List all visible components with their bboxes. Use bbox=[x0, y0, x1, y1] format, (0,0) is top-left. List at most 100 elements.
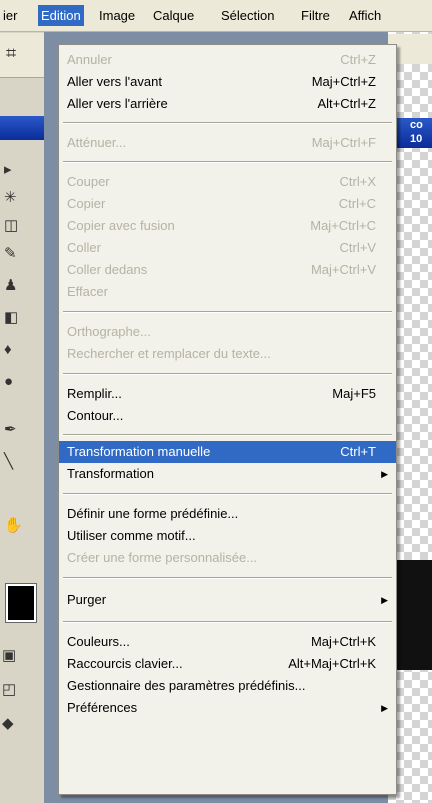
menu-item-label: Couleurs... bbox=[67, 634, 130, 649]
menu-item-shortcut: Ctrl+X bbox=[339, 174, 376, 189]
menu-separator bbox=[63, 621, 392, 623]
menu-item-shortcut: Maj+Ctrl+Z bbox=[311, 74, 376, 89]
menu-item-label: Orthographe... bbox=[67, 324, 151, 339]
pen-tool-icon[interactable]: ✒ bbox=[4, 420, 34, 440]
edition-menu: Annuler Ctrl+Z Aller vers l'avant Maj+Ct… bbox=[58, 44, 397, 795]
menu-edition[interactable]: Edition bbox=[38, 5, 84, 26]
menu-bar: ier Edition Image Calque Sélection Filtr… bbox=[0, 0, 432, 32]
marquee-tool-icon[interactable]: ◫ bbox=[4, 216, 34, 236]
menu-item-rechercher-remplacer[interactable]: Rechercher et remplacer du texte... bbox=[67, 343, 388, 365]
menu-item-label: Atténuer... bbox=[67, 135, 127, 150]
menu-image[interactable]: Image bbox=[96, 5, 138, 26]
menu-item-purger[interactable]: Purger ▶ bbox=[67, 589, 388, 611]
menu-item-label: Coller bbox=[67, 240, 101, 255]
menu-item-couper[interactable]: Couper Ctrl+X bbox=[67, 171, 388, 193]
menu-item-shortcut: Alt+Maj+Ctrl+K bbox=[288, 656, 376, 671]
menu-item-label: Purger bbox=[67, 592, 107, 607]
menu-item-preferences[interactable]: Préférences ▶ bbox=[67, 697, 388, 719]
menu-item-shortcut: Ctrl+T bbox=[340, 444, 376, 459]
menu-item-transformation-manuelle[interactable]: Transformation manuelle Ctrl+T bbox=[59, 441, 396, 463]
menu-item-label: Copier avec fusion bbox=[67, 218, 175, 233]
menu-item-coller-dedans[interactable]: Coller dedans Maj+Ctrl+V bbox=[67, 259, 388, 281]
menu-item-contour[interactable]: Contour... bbox=[67, 405, 388, 427]
menu-item-transformation[interactable]: Transformation ▶ bbox=[67, 463, 388, 485]
menu-item-label: Effacer bbox=[67, 284, 108, 299]
eraser-tool-icon[interactable]: ◧ bbox=[4, 308, 34, 328]
menu-item-label: Aller vers l'arrière bbox=[67, 96, 168, 111]
lasso-tool-icon[interactable]: ✳ bbox=[4, 188, 34, 208]
shape-tool-icon[interactable]: ╲ bbox=[4, 452, 34, 472]
menu-item-utiliser-motif[interactable]: Utiliser comme motif... bbox=[67, 525, 388, 547]
menu-item-annuler[interactable]: Annuler Ctrl+Z bbox=[67, 49, 388, 71]
menu-item-label: Utiliser comme motif... bbox=[67, 528, 196, 543]
menu-item-label: Créer une forme personnalisée... bbox=[67, 550, 258, 565]
menu-item-label: Préférences bbox=[67, 700, 138, 715]
menu-calque[interactable]: Calque bbox=[150, 5, 197, 26]
menu-item-label: Aller vers l'avant bbox=[67, 74, 162, 89]
options-bar: ⌗ bbox=[0, 33, 44, 78]
jump-to-icon[interactable]: ◆ bbox=[2, 714, 32, 734]
menu-filtre[interactable]: Filtre bbox=[298, 5, 333, 26]
menu-item-label: Transformation manuelle bbox=[67, 444, 211, 459]
menu-separator bbox=[63, 122, 392, 124]
menu-item-label: Raccourcis clavier... bbox=[67, 656, 183, 671]
menu-item-shortcut: Maj+F5 bbox=[332, 386, 376, 401]
menu-item-coller[interactable]: Coller Ctrl+V bbox=[67, 237, 388, 259]
menu-item-definir-forme[interactable]: Définir une forme prédéfinie... bbox=[67, 503, 388, 525]
menu-item-shortcut: Maj+Ctrl+C bbox=[310, 218, 376, 233]
menu-separator bbox=[63, 493, 392, 495]
move-tool-icon[interactable]: ▸ bbox=[4, 160, 34, 180]
menu-item-gestionnaire-parametres[interactable]: Gestionnaire des paramètres prédéfinis..… bbox=[67, 675, 388, 697]
menu-item-label: Coller dedans bbox=[67, 262, 148, 277]
menu-item-label: Définir une forme prédéfinie... bbox=[67, 506, 239, 521]
tools-panel-titlebar bbox=[0, 116, 44, 140]
menu-item-attenuer[interactable]: Atténuer... Maj+Ctrl+F bbox=[67, 132, 388, 154]
menu-item-copier-avec-fusion[interactable]: Copier avec fusion Maj+Ctrl+C bbox=[67, 215, 388, 237]
menu-separator bbox=[63, 434, 392, 436]
menu-item-label: Transformation bbox=[67, 466, 154, 481]
menu-item-shortcut: Ctrl+V bbox=[339, 240, 376, 255]
menu-item-label: Remplir... bbox=[67, 386, 122, 401]
menu-item-copier[interactable]: Copier Ctrl+C bbox=[67, 193, 388, 215]
menu-item-shortcut: Alt+Ctrl+Z bbox=[317, 96, 376, 111]
screen-mode-icon[interactable]: ◰ bbox=[2, 680, 32, 700]
hand-tool-icon[interactable]: ✋ bbox=[4, 516, 34, 536]
menu-item-label: Contour... bbox=[67, 408, 124, 423]
foreground-color-swatch[interactable] bbox=[5, 583, 37, 623]
mask-mode-icon[interactable]: ▣ bbox=[2, 646, 32, 666]
menu-fichier[interactable]: ier bbox=[0, 5, 20, 26]
menu-separator bbox=[63, 311, 392, 313]
document-title-fragment: co bbox=[410, 119, 423, 131]
menu-item-label: Annuler bbox=[67, 52, 112, 67]
menu-item-label: Gestionnaire des paramètres prédéfinis..… bbox=[67, 678, 306, 693]
menu-separator bbox=[63, 161, 392, 163]
arrow-submenu-icon: ▶ bbox=[381, 595, 388, 605]
crop-tool-icon[interactable]: ⌗ bbox=[6, 43, 36, 63]
menu-affichage[interactable]: Affich bbox=[346, 5, 384, 26]
arrow-submenu-icon: ▶ bbox=[381, 469, 388, 479]
stamp-tool-icon[interactable]: ♟ bbox=[4, 276, 34, 296]
menu-item-creer-forme[interactable]: Créer une forme personnalisée... bbox=[67, 547, 388, 569]
blur-tool-icon[interactable]: ● bbox=[4, 372, 34, 392]
menu-separator bbox=[63, 373, 392, 375]
dodge-tool-icon[interactable]: ♦ bbox=[4, 340, 34, 360]
document-zoom-fragment: 10 bbox=[410, 133, 423, 145]
arrow-submenu-icon: ▶ bbox=[381, 703, 388, 713]
menu-item-shortcut: Maj+Ctrl+K bbox=[310, 634, 376, 649]
menu-separator bbox=[63, 577, 392, 579]
menu-item-aller-vers-arriere[interactable]: Aller vers l'arrière Alt+Ctrl+Z bbox=[67, 93, 388, 115]
menu-item-effacer[interactable]: Effacer bbox=[67, 281, 388, 303]
menu-item-aller-vers-avant[interactable]: Aller vers l'avant Maj+Ctrl+Z bbox=[67, 71, 388, 93]
menu-item-couleurs[interactable]: Couleurs... Maj+Ctrl+K bbox=[67, 631, 388, 653]
brush-tool-icon[interactable]: ✎ bbox=[4, 244, 34, 264]
menu-item-shortcut: Maj+Ctrl+V bbox=[310, 262, 376, 277]
menu-selection[interactable]: Sélection bbox=[218, 5, 277, 26]
canvas-dark-shape bbox=[396, 560, 432, 670]
menu-item-remplir[interactable]: Remplir... Maj+F5 bbox=[67, 383, 388, 405]
menu-item-label: Copier bbox=[67, 196, 106, 211]
menu-item-shortcut: Maj+Ctrl+F bbox=[311, 135, 376, 150]
menu-item-raccourcis-clavier[interactable]: Raccourcis clavier... Alt+Maj+Ctrl+K bbox=[67, 653, 388, 675]
menu-item-orthographe[interactable]: Orthographe... bbox=[67, 321, 388, 343]
menu-item-label: Rechercher et remplacer du texte... bbox=[67, 346, 271, 361]
menu-item-label: Couper bbox=[67, 174, 110, 189]
